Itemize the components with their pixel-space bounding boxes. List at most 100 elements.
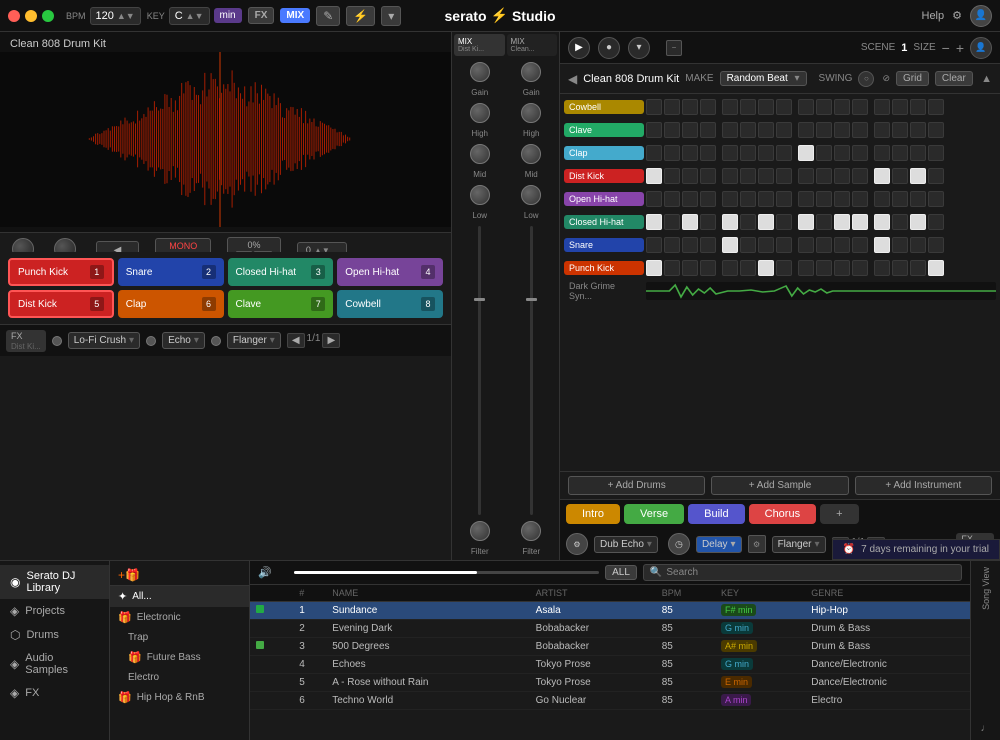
step-button[interactable] <box>664 214 680 230</box>
step-button[interactable] <box>910 99 926 115</box>
step-button[interactable] <box>892 122 908 138</box>
high-knob-1[interactable] <box>470 103 490 123</box>
step-button[interactable] <box>646 145 662 161</box>
step-button[interactable] <box>816 237 832 253</box>
gain-knob-2[interactable] <box>521 62 541 82</box>
step-button[interactable] <box>874 122 890 138</box>
step-button[interactable] <box>816 168 832 184</box>
pad-4[interactable]: Open Hi-hat 4 <box>337 258 443 286</box>
step-button[interactable] <box>852 99 868 115</box>
step-button[interactable] <box>740 191 756 207</box>
mid-knob-2[interactable] <box>521 144 541 164</box>
delay-icon[interactable]: ◷ <box>668 533 690 555</box>
scene-nav-minus[interactable]: − <box>942 40 950 56</box>
step-button[interactable] <box>722 191 738 207</box>
step-button[interactable] <box>852 122 868 138</box>
intro-button[interactable]: Intro <box>566 504 620 524</box>
swing-knob[interactable]: ○ <box>858 71 874 87</box>
step-button[interactable] <box>892 191 908 207</box>
fx-dot-1[interactable] <box>52 336 62 346</box>
fx-dot-3[interactable] <box>211 336 221 346</box>
step-button[interactable] <box>798 99 814 115</box>
step-button[interactable] <box>910 122 926 138</box>
minus-btn[interactable]: − <box>666 40 682 56</box>
step-button[interactable] <box>874 145 890 161</box>
fx-select-right-1[interactable]: Dub Echo▾ <box>594 536 658 553</box>
step-button[interactable] <box>776 214 792 230</box>
step-button[interactable] <box>700 214 716 230</box>
step-button[interactable] <box>758 214 774 230</box>
step-button[interactable] <box>816 99 832 115</box>
mid-knob-1[interactable] <box>470 144 490 164</box>
table-row[interactable]: 3 500 Degrees Bobabacker 85 A# min Drum … <box>250 638 970 656</box>
step-button[interactable] <box>776 99 792 115</box>
step-button[interactable] <box>664 168 680 184</box>
table-row[interactable]: 5 A - Rose without Rain Tokyo Prose 85 E… <box>250 674 970 692</box>
play-button[interactable]: ▶ <box>568 37 590 59</box>
step-button[interactable] <box>646 122 662 138</box>
step-button[interactable] <box>892 237 908 253</box>
step-button[interactable] <box>834 99 850 115</box>
step-button[interactable] <box>740 145 756 161</box>
step-button[interactable] <box>852 145 868 161</box>
close-button[interactable] <box>8 10 20 22</box>
step-button[interactable] <box>816 145 832 161</box>
sidebar-item-fx[interactable]: ◈ FX <box>0 681 109 705</box>
step-button[interactable] <box>892 99 908 115</box>
fx-select-1[interactable]: Lo-Fi Crush▾ <box>68 332 140 349</box>
fx-mode-btn[interactable]: ⚙ <box>566 533 588 555</box>
fx-settings-btn[interactable]: ⚙ <box>748 535 766 553</box>
record-button[interactable]: ▾ <box>628 37 650 59</box>
all-filter-button[interactable]: ALL <box>605 565 637 580</box>
step-button[interactable] <box>700 260 716 276</box>
step-button[interactable] <box>646 260 662 276</box>
bpm-control[interactable]: 120 ▲▼ <box>90 7 141 25</box>
pad-7[interactable]: Clave 7 <box>228 290 334 318</box>
step-button[interactable] <box>798 191 814 207</box>
step-button[interactable] <box>928 237 944 253</box>
collapse-button[interactable]: ▲ <box>981 73 992 85</box>
step-button[interactable] <box>834 237 850 253</box>
lib-item-all[interactable]: ✦ All... <box>110 586 249 607</box>
sidebar-item-drums[interactable]: ⬡ Drums <box>0 623 109 647</box>
step-button[interactable] <box>928 191 944 207</box>
step-button[interactable] <box>874 99 890 115</box>
step-button[interactable] <box>664 99 680 115</box>
step-button[interactable] <box>776 145 792 161</box>
fx-select-3[interactable]: Flanger▾ <box>227 332 281 349</box>
step-button[interactable] <box>646 214 662 230</box>
add-sample-button[interactable]: + Add Sample <box>711 476 848 495</box>
lib-item-trap[interactable]: Trap <box>110 628 249 647</box>
step-button[interactable] <box>758 122 774 138</box>
step-button[interactable] <box>740 99 756 115</box>
step-button[interactable] <box>646 99 662 115</box>
step-button[interactable] <box>798 122 814 138</box>
voice-mode-control[interactable]: MONO POLY Voice Mode <box>155 238 211 253</box>
step-button[interactable] <box>646 191 662 207</box>
verse-button[interactable]: Verse <box>624 504 684 524</box>
step-button[interactable] <box>892 145 908 161</box>
step-button[interactable] <box>758 168 774 184</box>
sidebar-item-projects[interactable]: ◈ Projects <box>0 599 109 623</box>
minimize-button[interactable] <box>25 10 37 22</box>
gain-knob-1[interactable] <box>470 62 490 82</box>
lib-item-future-bass[interactable]: 🎁 Future Bass <box>110 647 249 668</box>
step-button[interactable] <box>740 168 756 184</box>
step-button[interactable] <box>722 214 738 230</box>
step-button[interactable] <box>664 237 680 253</box>
settings-icon-button[interactable]: ⚡ <box>346 6 375 26</box>
step-button[interactable] <box>682 168 698 184</box>
step-button[interactable] <box>740 260 756 276</box>
step-button[interactable] <box>722 99 738 115</box>
step-button[interactable] <box>874 191 890 207</box>
fx-button[interactable]: FX <box>248 7 275 24</box>
sidebar-item-audio-samples[interactable]: ◈ Audio Samples <box>0 647 109 681</box>
step-button[interactable] <box>928 214 944 230</box>
pad-2[interactable]: Snare 2 <box>118 258 224 286</box>
step-button[interactable] <box>852 191 868 207</box>
step-button[interactable] <box>722 237 738 253</box>
key-control[interactable]: C ▲▼ <box>169 7 210 25</box>
pad-6[interactable]: Clap 6 <box>118 290 224 318</box>
user-avatar[interactable]: 👤 <box>970 5 992 27</box>
stop-button[interactable]: ● <box>598 37 620 59</box>
